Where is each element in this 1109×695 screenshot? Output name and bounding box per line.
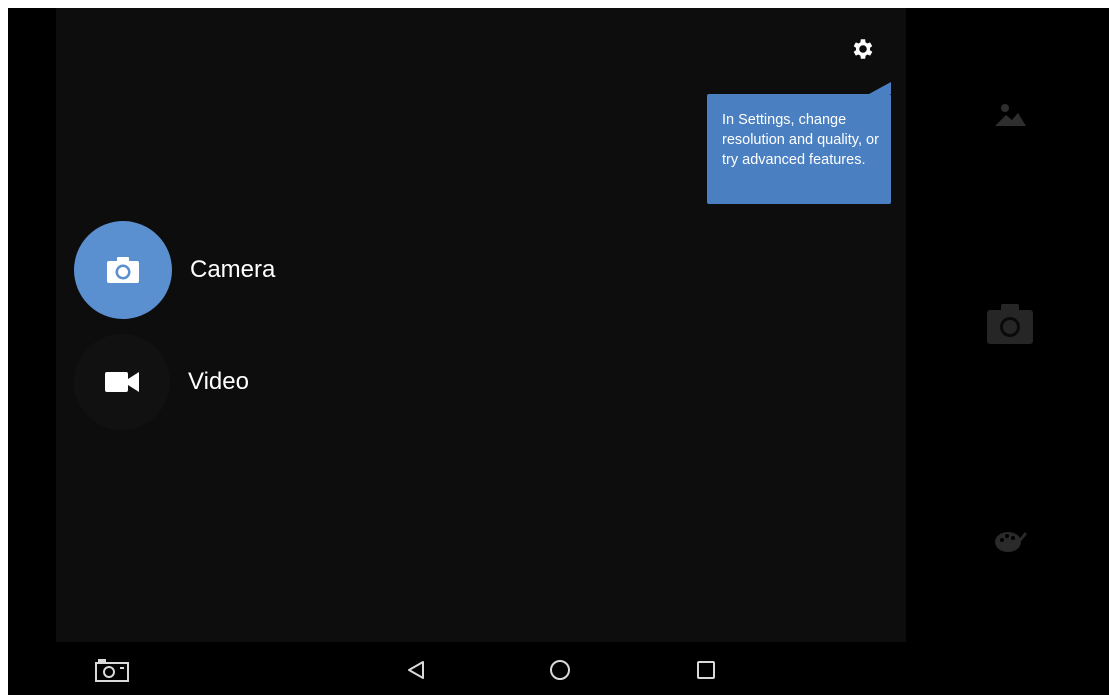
video-camera-icon (105, 372, 139, 392)
palette-icon (995, 532, 1027, 552)
mode-camera-item[interactable]: Camera (74, 221, 275, 319)
screenshot-icon (95, 659, 129, 682)
image-landscape-icon (995, 104, 1026, 126)
video-mode-label[interactable]: Video (188, 368, 249, 396)
nav-recents-button[interactable] (686, 648, 726, 692)
nav-home-button[interactable] (540, 648, 580, 692)
filters-button[interactable] (990, 522, 1030, 558)
camera-shutter-icon (987, 304, 1033, 344)
tooltip-text: In Settings, change resolution and quali… (722, 112, 879, 168)
gear-icon (853, 39, 873, 59)
back-triangle-icon (408, 661, 424, 679)
camera-mode-label[interactable]: Camera (190, 256, 275, 284)
camera-icon (107, 257, 139, 283)
mode-video-item[interactable]: Video (74, 334, 249, 430)
camera-mode-button[interactable] (74, 221, 172, 319)
video-mode-button[interactable] (74, 334, 170, 430)
tooltip-arrow (869, 82, 891, 94)
settings-button[interactable] (846, 32, 880, 66)
shutter-button[interactable] (984, 300, 1036, 348)
nav-screenshot-button[interactable] (90, 648, 134, 692)
left-border (0, 8, 8, 695)
nav-back-button[interactable] (396, 648, 436, 692)
camera-app-screen: In Settings, change resolution and quali… (0, 0, 1109, 695)
top-border (0, 0, 1109, 8)
settings-tooltip[interactable]: In Settings, change resolution and quali… (707, 82, 891, 204)
recents-square-icon (697, 661, 715, 679)
gallery-button[interactable] (990, 96, 1030, 132)
home-circle-icon (550, 660, 570, 680)
